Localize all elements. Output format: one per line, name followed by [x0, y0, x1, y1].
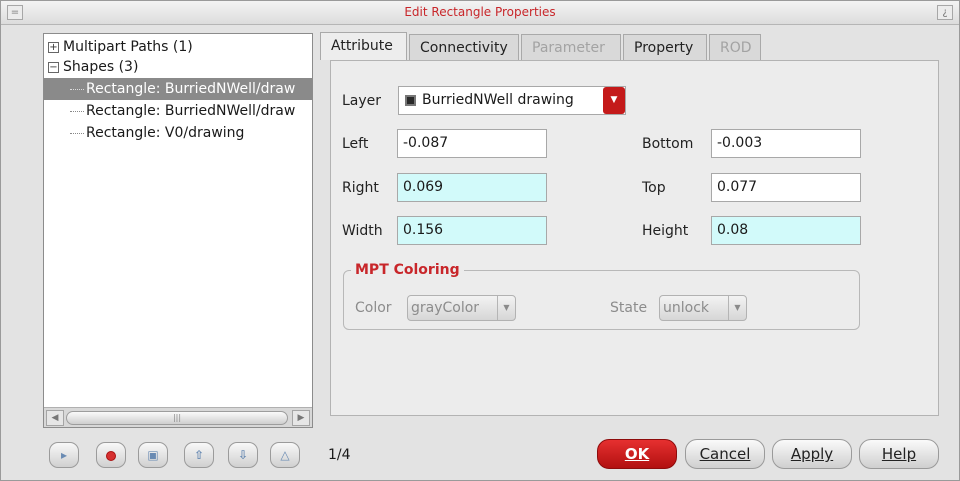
- apply-label: Apply: [790, 445, 834, 463]
- chevron-down-icon[interactable]: ▼: [603, 87, 625, 114]
- tree-connector: [70, 132, 84, 134]
- help-corner-button[interactable]: ¿: [937, 5, 953, 20]
- tree-item-multipart-paths[interactable]: + Multipart Paths (1): [48, 36, 193, 58]
- up-arrow-icon: ⇧: [193, 448, 205, 462]
- tab-attribute[interactable]: Attribute: [320, 32, 407, 60]
- layer-swatch-icon: [405, 94, 416, 106]
- tree-item-label: Shapes (3): [63, 59, 139, 75]
- save-icon: ▣: [147, 448, 159, 462]
- tree-item-label: Rectangle: BurriedNWell/draw: [86, 81, 296, 97]
- title-bar: = Edit Rectangle Properties ¿: [1, 1, 959, 25]
- shape-tree[interactable]: + Multipart Paths (1) − Shapes (3) Rectang…: [43, 33, 313, 428]
- state-value: unlock: [663, 300, 710, 316]
- color-value: grayColor: [411, 300, 480, 316]
- save-button[interactable]: ▣: [138, 442, 168, 468]
- help-label: Help: [881, 445, 917, 463]
- play-button[interactable]: ▸: [49, 442, 79, 468]
- height-label: Height: [642, 223, 689, 239]
- cancel-label: Cancel: [699, 445, 751, 463]
- tree-connector: [70, 88, 84, 90]
- collapse-icon[interactable]: −: [48, 61, 59, 73]
- help-button[interactable]: Help: [859, 439, 939, 469]
- width-field[interactable]: 0.156: [397, 216, 547, 245]
- move-up-button[interactable]: ⇧: [184, 442, 214, 468]
- mpt-coloring-title: MPT Coloring: [351, 262, 464, 278]
- horizontal-scrollbar[interactable]: ◀ ||| ▶: [44, 407, 312, 427]
- tree-item-label: Rectangle: V0/drawing: [86, 125, 245, 141]
- right-label: Right: [342, 180, 379, 196]
- state-label: State: [610, 300, 648, 316]
- window-title: Edit Rectangle Properties: [404, 5, 556, 19]
- down-arrow-icon: ⇩: [237, 448, 249, 462]
- top-label: Top: [642, 180, 666, 196]
- warning-button[interactable]: △: [270, 442, 300, 468]
- stop-button[interactable]: [96, 442, 126, 468]
- edit-rectangle-properties-window: = Edit Rectangle Properties ¿ + Multipart…: [0, 0, 960, 481]
- right-field[interactable]: 0.069: [397, 173, 547, 202]
- tab-rod: ROD: [709, 34, 761, 60]
- layer-select[interactable]: BurriedNWell drawing ▼: [398, 86, 626, 115]
- tree-item-shapes[interactable]: − Shapes (3): [48, 56, 138, 78]
- color-select: grayColor ▼: [407, 295, 516, 321]
- tree-item-rectangle[interactable]: Rectangle: V0/drawing: [44, 122, 244, 144]
- tab-property[interactable]: Property: [623, 34, 707, 60]
- top-field[interactable]: 0.077: [711, 173, 861, 202]
- layer-label: Layer: [342, 93, 382, 109]
- tree-item-label: Multipart Paths (1): [63, 39, 193, 55]
- apply-button[interactable]: Apply: [772, 439, 852, 469]
- ok-label: OK: [624, 445, 650, 463]
- color-label: Color: [355, 300, 392, 316]
- scroll-right-icon[interactable]: ▶: [292, 410, 310, 426]
- left-field[interactable]: -0.087: [397, 129, 547, 158]
- expand-icon[interactable]: +: [48, 41, 59, 53]
- warning-icon: △: [280, 448, 290, 462]
- bottom-field[interactable]: -0.003: [711, 129, 861, 158]
- left-label: Left: [342, 136, 369, 152]
- ok-button[interactable]: OK: [597, 439, 677, 469]
- tree-item-rectangle[interactable]: Rectangle: BurriedNWell/draw: [44, 100, 295, 122]
- layer-value: BurriedNWell drawing: [422, 92, 574, 108]
- chevron-down-icon: ▼: [497, 296, 515, 320]
- tree-item-label: Rectangle: BurriedNWell/draw: [86, 103, 296, 119]
- scroll-left-icon[interactable]: ◀: [46, 410, 64, 426]
- stop-icon: [106, 450, 116, 461]
- height-field[interactable]: 0.08: [711, 216, 861, 245]
- chevron-down-icon: ▼: [728, 296, 746, 320]
- tab-connectivity[interactable]: Connectivity: [409, 34, 519, 60]
- scrollbar-thumb[interactable]: |||: [66, 411, 288, 425]
- tab-parameter: Parameter: [521, 34, 621, 60]
- page-counter: 1/4: [328, 447, 351, 463]
- bottom-label: Bottom: [642, 136, 694, 152]
- cancel-button[interactable]: Cancel: [685, 439, 765, 469]
- play-icon: ▸: [60, 448, 68, 462]
- width-label: Width: [342, 223, 383, 239]
- tree-connector: [70, 110, 84, 112]
- tree-item-rectangle-selected[interactable]: Rectangle: BurriedNWell/draw: [44, 78, 312, 100]
- state-select: unlock ▼: [659, 295, 747, 321]
- move-down-button[interactable]: ⇩: [228, 442, 258, 468]
